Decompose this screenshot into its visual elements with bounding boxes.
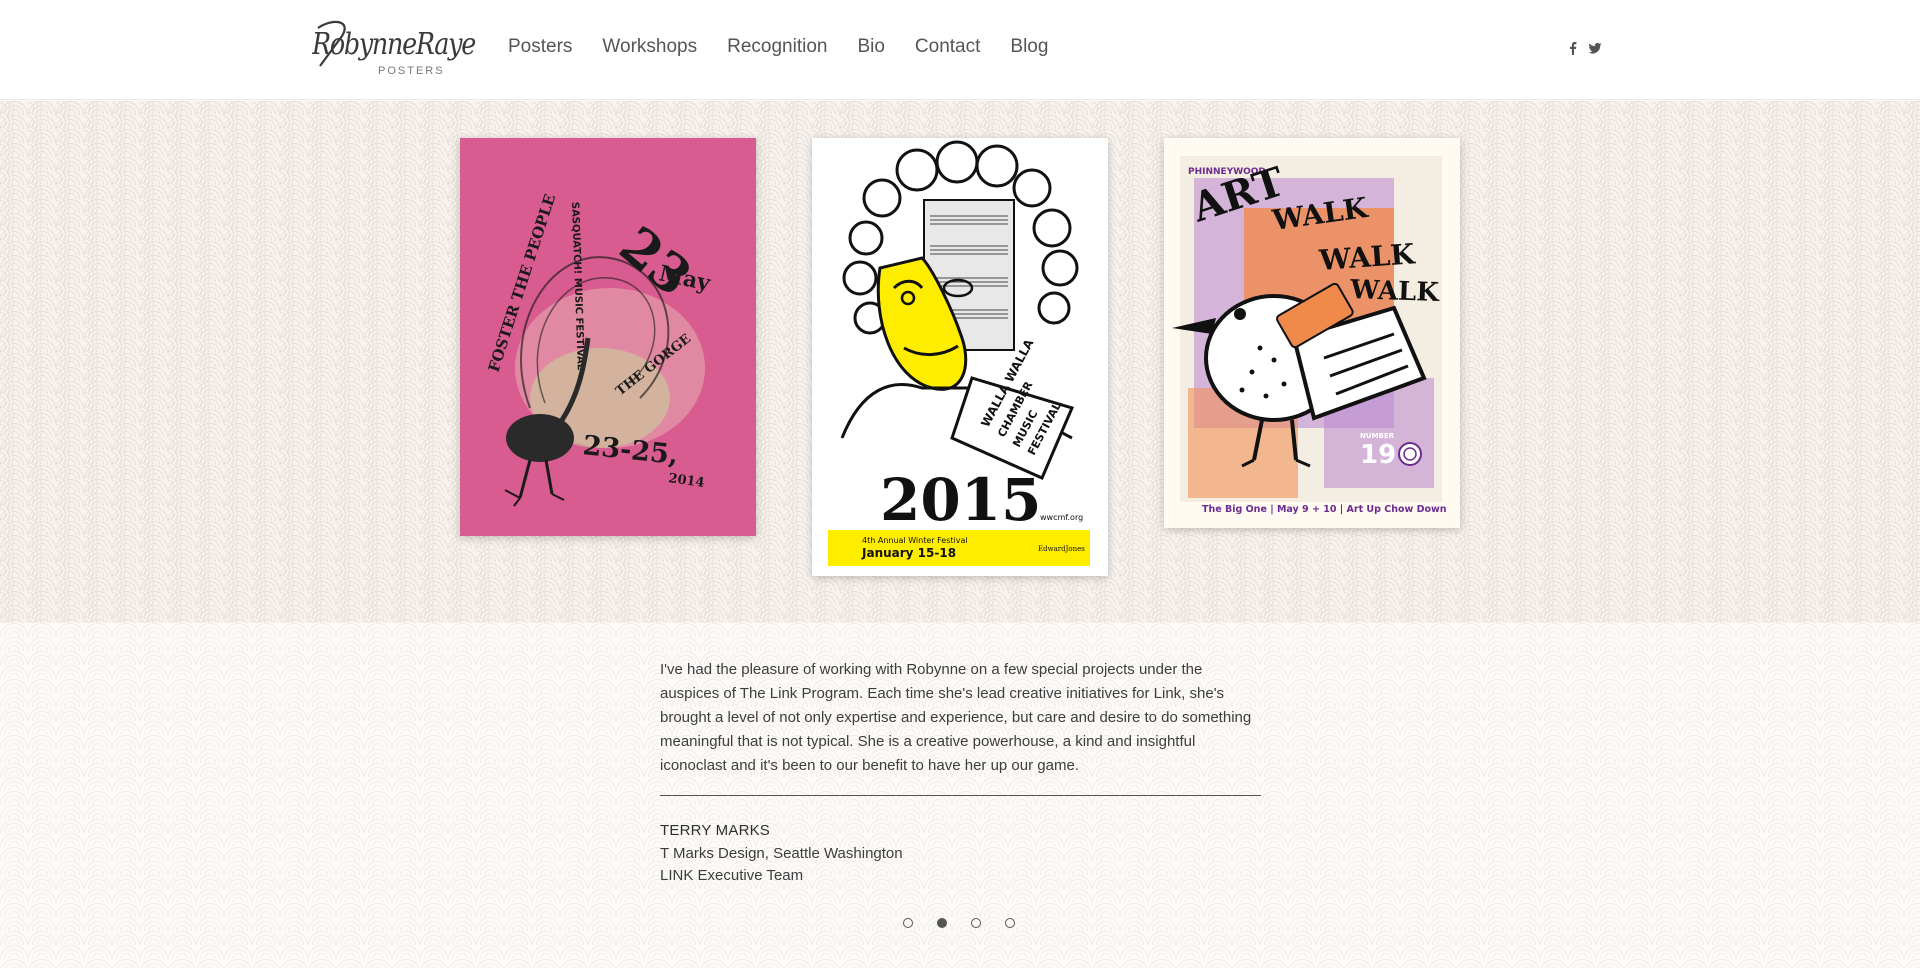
nav-workshops[interactable]: Workshops: [602, 36, 697, 58]
phinney-wood-art-walk-poster[interactable]: PHINNEYWOOD ART WALK WALK WALK NUMBER 19…: [1164, 138, 1460, 528]
site-header: RobynneRaye POSTERS Posters Workshops Re…: [0, 0, 1920, 100]
art-walk-number: 19: [1360, 440, 1396, 470]
testimonial-author: TERRY MARKS: [660, 822, 771, 839]
nav-posters[interactable]: Posters: [508, 36, 572, 58]
nav-recognition[interactable]: Recognition: [727, 36, 827, 58]
facebook-icon[interactable]: [1566, 41, 1580, 55]
walla-walla-chamber-music-festival-poster[interactable]: WALLA WALLA CHAMBER MUSIC FESTIVAL 2015 …: [812, 138, 1108, 576]
twitter-icon[interactable]: [1588, 41, 1602, 55]
logo-sub-text: POSTERS: [378, 65, 445, 77]
testimonial: I've had the pleasure of working with Ro…: [660, 658, 1261, 884]
main-nav: Posters Workshops Recognition Bio Contac…: [508, 36, 1078, 58]
pagination-dot-1[interactable]: [903, 918, 913, 928]
walla-walla-year: 2015: [880, 466, 1041, 534]
walla-walla-banner-line-2: January 15-18: [861, 546, 956, 560]
pagination-dot-3[interactable]: [971, 918, 981, 928]
walla-walla-sponsor: EdwardJones: [1038, 545, 1085, 553]
art-walk-title-walk-3: WALK: [1349, 275, 1441, 308]
nav-contact[interactable]: Contact: [915, 36, 980, 58]
nav-blog[interactable]: Blog: [1010, 36, 1048, 58]
sasquatch-music-festival-poster[interactable]: 23 May SASQUATCH! MUSIC FESTIVAL FOSTER …: [460, 138, 756, 536]
pagination-dot-4[interactable]: [1005, 918, 1015, 928]
testimonial-divider: [660, 795, 1261, 796]
walla-walla-site: wwcmf.org: [1040, 513, 1083, 522]
social-links: [1566, 41, 1602, 55]
testimonial-role: LINK Executive Team: [660, 867, 804, 884]
robynne-raye-logo[interactable]: RobynneRaye POSTERS: [312, 14, 477, 80]
testimonial-pagination: [903, 918, 1015, 928]
art-walk-title-walk-2: WALK: [1317, 237, 1417, 277]
testimonial-quote: I've had the pleasure of working with Ro…: [660, 661, 1252, 774]
nav-bio[interactable]: Bio: [857, 36, 884, 58]
testimonial-company: T Marks Design, Seattle Washington: [660, 845, 903, 862]
art-walk-number-label: NUMBER: [1360, 432, 1395, 440]
walla-walla-banner-line-1: 4th Annual Winter Festival: [862, 536, 968, 545]
pagination-dot-2[interactable]: [937, 918, 947, 928]
art-walk-footer: The Big One | May 9 + 10 | Art Up Chow D…: [1202, 504, 1447, 515]
